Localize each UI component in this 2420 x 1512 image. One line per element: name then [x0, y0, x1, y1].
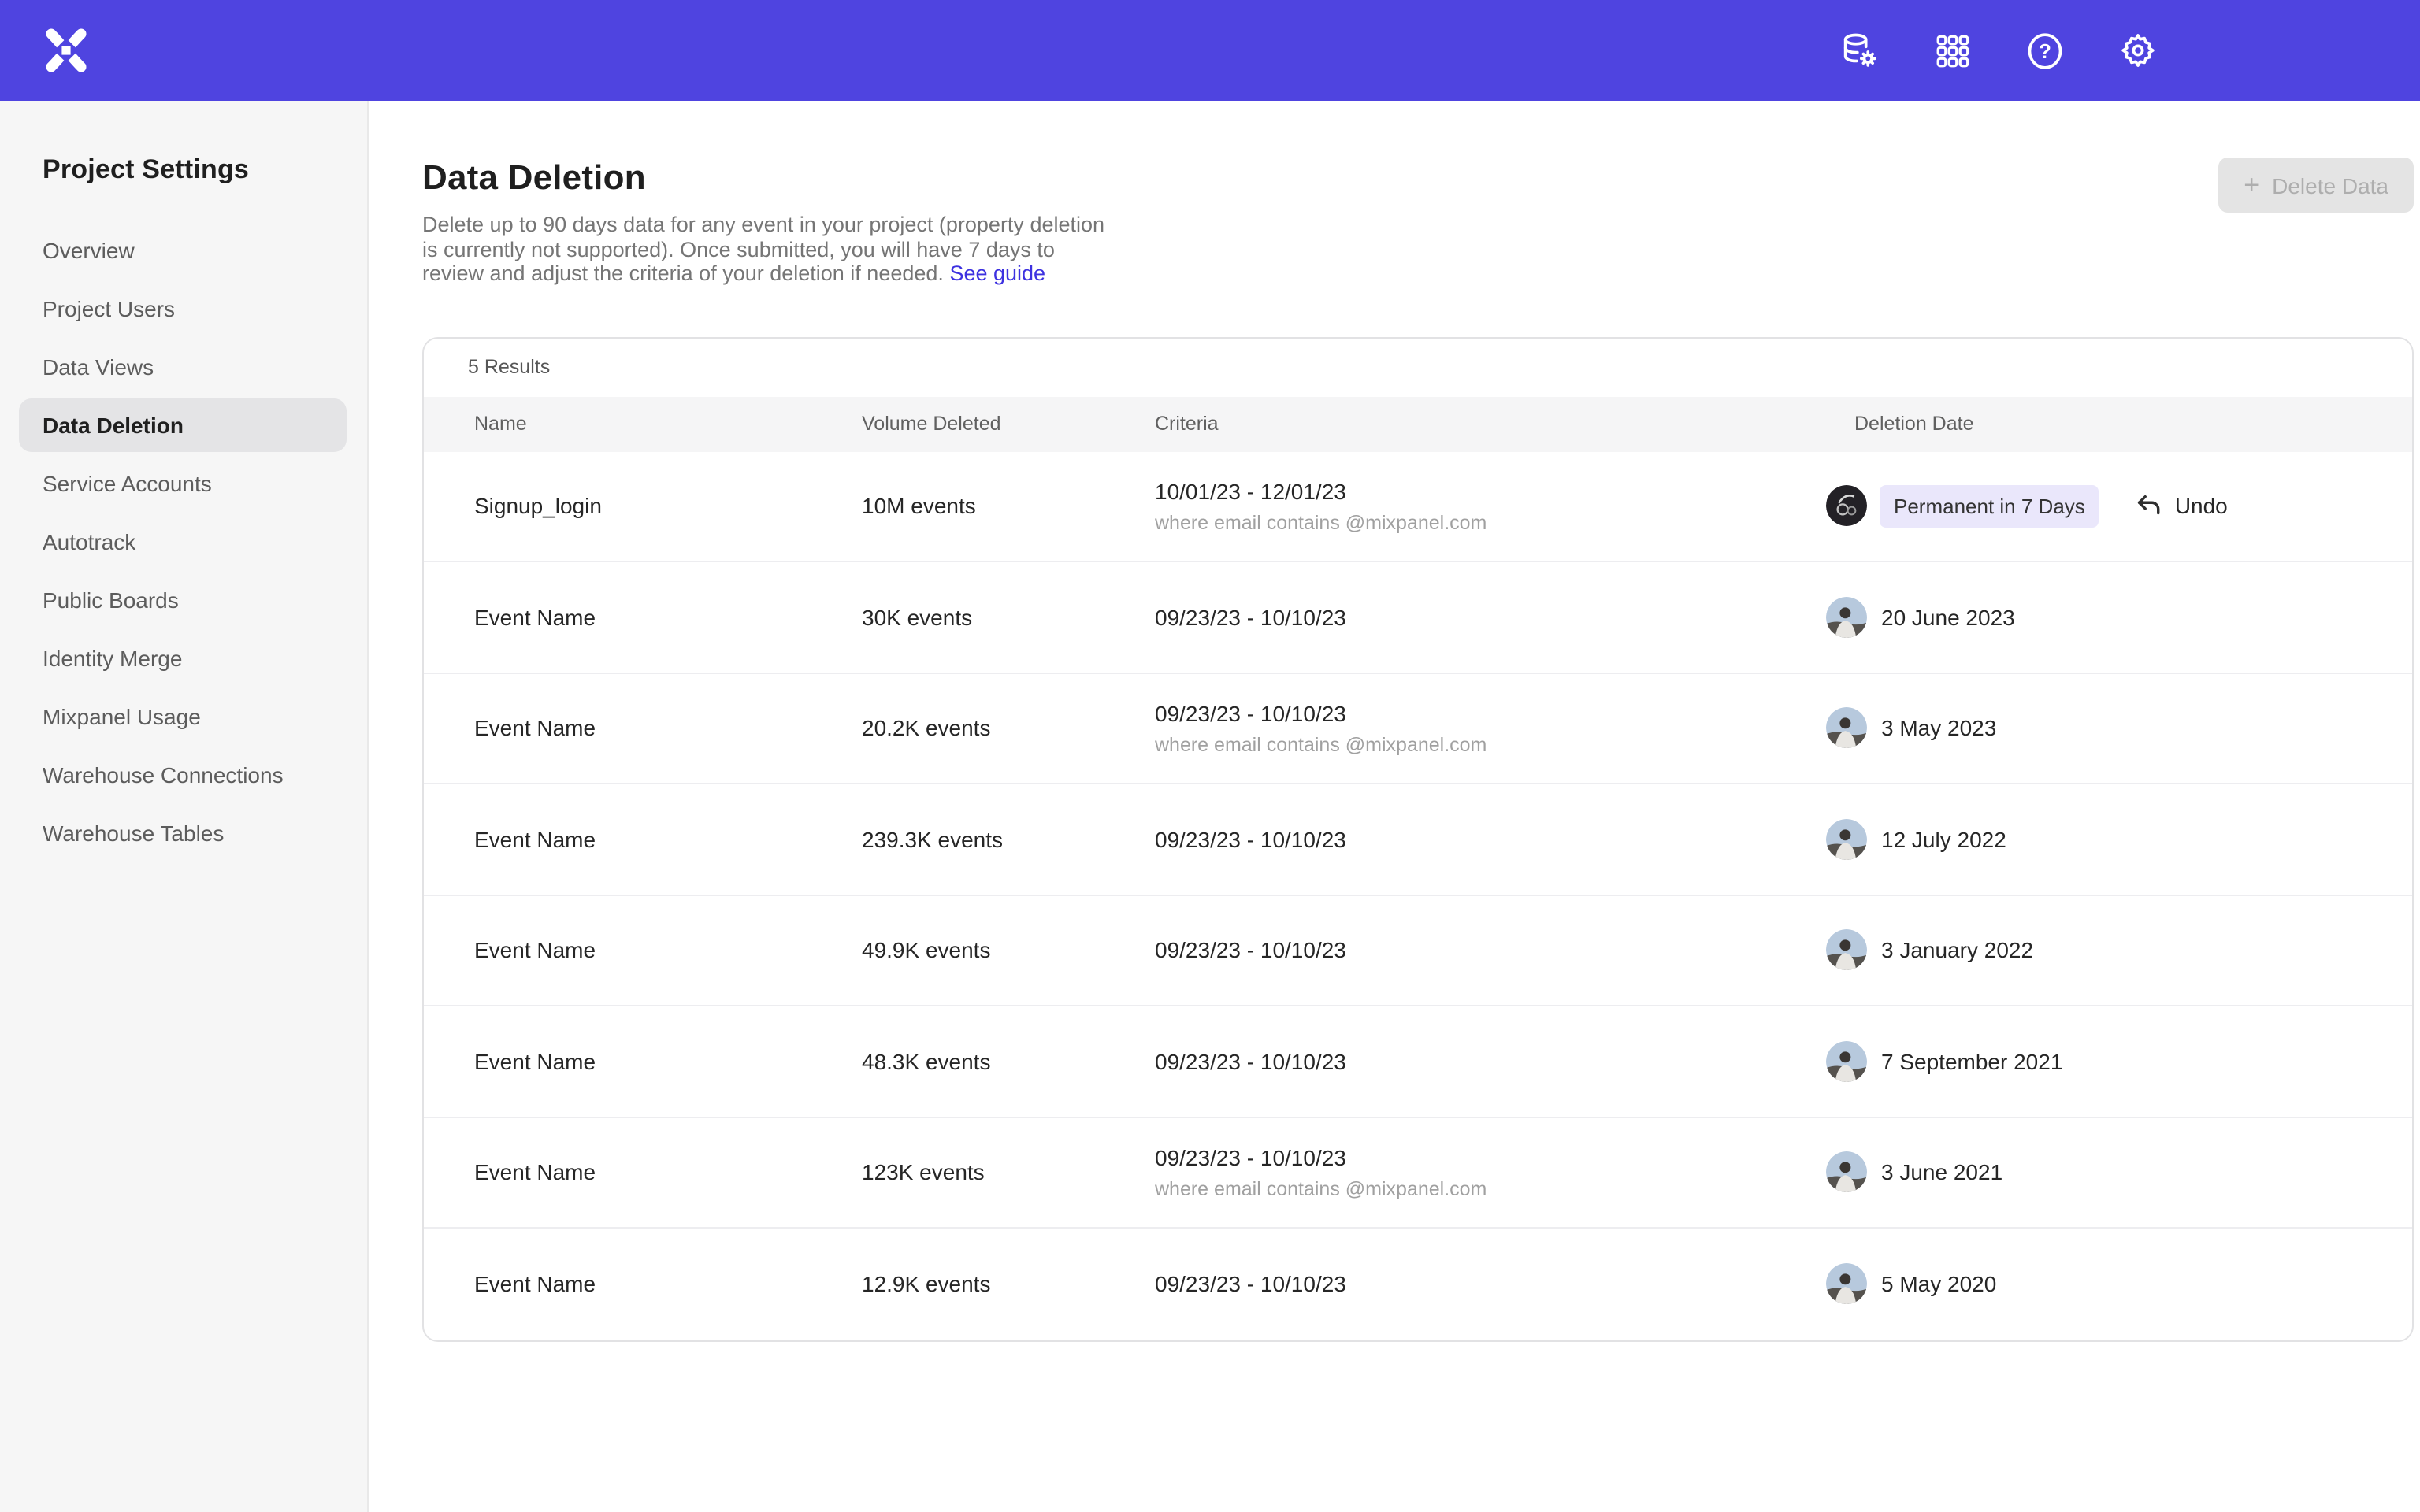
delete-data-button[interactable]: + Delete Data	[2218, 158, 2414, 213]
row-criteria-filter: where email contains @mixpanel.com	[1155, 734, 1826, 756]
row-criteria-daterange: 09/23/23 - 10/10/23	[1155, 701, 1826, 726]
see-guide-link[interactable]: See guide	[949, 261, 1045, 285]
apps-grid-icon[interactable]	[1932, 30, 1973, 71]
column-header-criteria: Criteria	[1155, 413, 1826, 435]
row-criteria-daterange: 09/23/23 - 10/10/23	[1155, 1049, 1826, 1074]
row-deletion-date: 7 September 2021	[1881, 1049, 2062, 1074]
table-row: Event Name 20.2K events 09/23/23 - 10/10…	[424, 673, 2412, 784]
row-criteria-daterange: 10/01/23 - 12/01/23	[1155, 479, 1826, 504]
table-row: Event Name 12.9K events 09/23/23 - 10/10…	[424, 1228, 2412, 1340]
sidebar-title: Project Settings	[43, 154, 367, 186]
row-deletion-date: 12 July 2022	[1881, 827, 2006, 852]
row-event-name: Event Name	[474, 605, 862, 630]
main-content: Data Deletion Delete up to 90 days data …	[369, 101, 2420, 1512]
user-avatar	[1826, 819, 1867, 860]
plus-icon: +	[2244, 172, 2259, 198]
row-volume-deleted: 49.9K events	[862, 938, 1155, 963]
help-icon[interactable]: ?	[2025, 30, 2066, 71]
row-volume-deleted: 30K events	[862, 605, 1155, 630]
page-description: Delete up to 90 days data for any event …	[422, 213, 1117, 286]
user-avatar	[1826, 1152, 1867, 1193]
row-volume-deleted: 239.3K events	[862, 827, 1155, 852]
sidebar-item-service-accounts[interactable]: Service Accounts	[19, 457, 347, 510]
topbar-icon-group: ?	[1839, 30, 2420, 71]
row-deletion-date: 3 May 2023	[1881, 716, 1996, 741]
page-header: Data Deletion Delete up to 90 days data …	[422, 158, 2414, 286]
deleted-user-avatar	[1826, 486, 1867, 527]
user-avatar	[1826, 597, 1867, 638]
undo-label: Undo	[2175, 494, 2228, 519]
row-criteria-daterange: 09/23/23 - 10/10/23	[1155, 1145, 1826, 1170]
row-volume-deleted: 20.2K events	[862, 716, 1155, 741]
column-header-deletion-date: Deletion Date	[1826, 413, 2412, 435]
sidebar-item-mixpanel-usage[interactable]: Mixpanel Usage	[19, 690, 347, 743]
table-row: Event Name 48.3K events 09/23/23 - 10/10…	[424, 1006, 2412, 1117]
row-deletion-date: 3 January 2022	[1881, 938, 2033, 963]
row-event-name: Event Name	[474, 716, 862, 741]
row-deletion-date: 20 June 2023	[1881, 605, 2015, 630]
sidebar-item-public-boards[interactable]: Public Boards	[19, 573, 347, 627]
user-avatar	[1826, 708, 1867, 749]
table-row: Signup_login 10M events 10/01/23 - 12/01…	[424, 451, 2412, 562]
user-avatar	[1826, 1041, 1867, 1082]
deletion-table-card: 5 Results Name Volume Deleted Criteria D…	[422, 336, 2414, 1341]
row-event-name: Signup_login	[474, 494, 862, 519]
column-header-name: Name	[474, 413, 862, 435]
row-event-name: Event Name	[474, 1160, 862, 1185]
status-badge: Permanent in 7 Days	[1880, 485, 2099, 528]
row-event-name: Event Name	[474, 1049, 862, 1074]
sidebar-item-overview[interactable]: Overview	[19, 224, 347, 277]
user-avatar	[1826, 930, 1867, 971]
row-volume-deleted: 10M events	[862, 494, 1155, 519]
row-deletion-date: 5 May 2020	[1881, 1272, 1996, 1297]
app-window: ? Project Settings OverviewProject Users…	[0, 0, 2420, 1512]
top-navigation-bar: ?	[0, 0, 2420, 101]
table-body: Signup_login 10M events 10/01/23 - 12/01…	[424, 451, 2412, 1340]
row-criteria-daterange: 09/23/23 - 10/10/23	[1155, 605, 1826, 630]
page-title: Data Deletion	[422, 158, 1117, 198]
row-event-name: Event Name	[474, 938, 862, 963]
sidebar-item-project-users[interactable]: Project Users	[19, 282, 347, 335]
sidebar-item-warehouse-tables[interactable]: Warehouse Tables	[19, 806, 347, 860]
svg-text:?: ?	[2039, 39, 2051, 62]
undo-icon	[2134, 491, 2164, 521]
row-volume-deleted: 48.3K events	[862, 1049, 1155, 1074]
table-row: Event Name 239.3K events 09/23/23 - 10/1…	[424, 784, 2412, 895]
sidebar-item-data-views[interactable]: Data Views	[19, 340, 347, 394]
sidebar-item-autotrack[interactable]: Autotrack	[19, 515, 347, 569]
user-avatar	[1826, 1264, 1867, 1305]
sidebar-item-data-deletion[interactable]: Data Deletion	[19, 398, 347, 452]
row-criteria-daterange: 09/23/23 - 10/10/23	[1155, 827, 1826, 852]
settings-sidebar: Project Settings OverviewProject UsersDa…	[0, 101, 369, 1512]
data-settings-icon[interactable]	[1839, 30, 1880, 71]
table-header-row: Name Volume Deleted Criteria Deletion Da…	[424, 396, 2412, 451]
mixpanel-logo-icon[interactable]	[41, 25, 91, 76]
row-volume-deleted: 123K events	[862, 1160, 1155, 1185]
row-criteria-filter: where email contains @mixpanel.com	[1155, 1178, 1826, 1200]
undo-button[interactable]: Undo	[2134, 491, 2228, 521]
results-count: 5 Results	[424, 338, 2412, 396]
row-event-name: Event Name	[474, 827, 862, 852]
table-row: Event Name 49.9K events 09/23/23 - 10/10…	[424, 895, 2412, 1006]
sidebar-nav: OverviewProject UsersData ViewsData Dele…	[0, 224, 367, 860]
settings-gear-icon[interactable]	[2118, 30, 2158, 71]
row-event-name: Event Name	[474, 1272, 862, 1297]
delete-data-label: Delete Data	[2272, 172, 2388, 198]
sidebar-item-identity-merge[interactable]: Identity Merge	[19, 632, 347, 685]
table-row: Event Name 123K events 09/23/23 - 10/10/…	[424, 1117, 2412, 1228]
row-volume-deleted: 12.9K events	[862, 1272, 1155, 1297]
row-criteria-filter: where email contains @mixpanel.com	[1155, 512, 1826, 534]
table-row: Event Name 30K events 09/23/23 - 10/10/2…	[424, 562, 2412, 673]
row-criteria-daterange: 09/23/23 - 10/10/23	[1155, 1272, 1826, 1297]
row-criteria-daterange: 09/23/23 - 10/10/23	[1155, 938, 1826, 963]
column-header-volume: Volume Deleted	[862, 413, 1155, 435]
sidebar-item-warehouse-connections[interactable]: Warehouse Connections	[19, 748, 347, 802]
row-deletion-date: 3 June 2021	[1881, 1160, 2002, 1185]
